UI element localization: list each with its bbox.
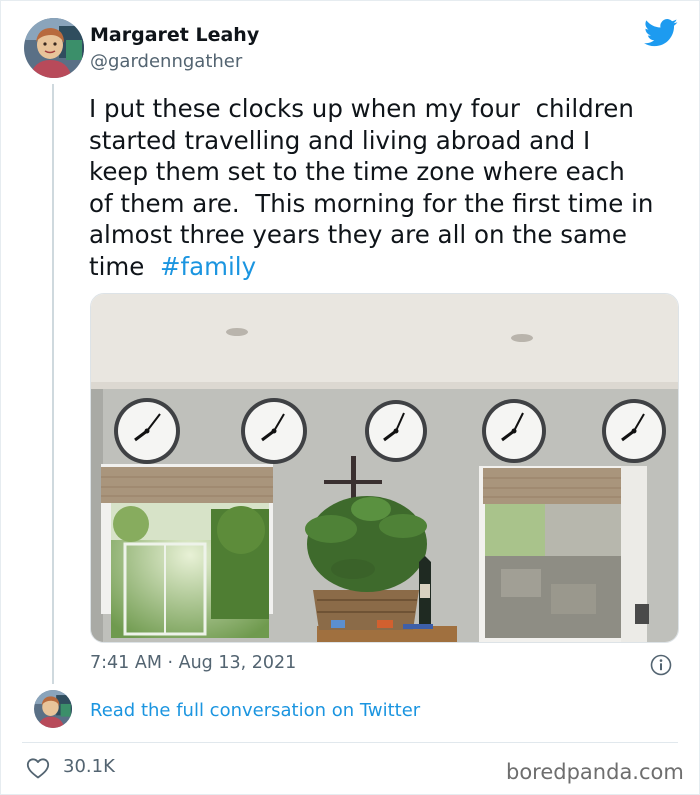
tweet-line: started travelling and living abroad and… [89,125,591,155]
tweet-line: keep them set to the time zone where eac… [89,157,625,186]
reply-avatar[interactable] [34,690,72,728]
tweet-photo[interactable] [90,293,679,643]
tweet-line: I put these clocks up when my four child… [89,94,634,123]
divider [22,742,678,743]
tweet-line: almost three years they are all on the s… [89,220,627,249]
heart-icon[interactable] [26,757,50,779]
hashtag-link[interactable]: #family [160,252,256,281]
avatar[interactable] [24,18,84,78]
tweet-line: of them are. This morning for the first … [89,188,654,218]
info-icon[interactable] [650,654,672,676]
tweet-timestamp[interactable]: 7:41 AM · Aug 13, 2021 [90,653,296,673]
tweet-text: I put these clocks up when my four child… [89,93,689,282]
read-conversation-link[interactable]: Read the full conversation on Twitter [90,700,420,721]
like-count: 30.1K [63,756,115,777]
twitter-bird-icon[interactable] [644,18,678,48]
thread-line [52,84,54,684]
tweet-line-last: time #family [89,251,689,283]
author-name[interactable]: Margaret Leahy [90,24,259,46]
watermark: boredpanda.com [506,760,684,784]
author-handle[interactable]: @gardenngather [90,51,242,72]
tweet-line: time [89,251,160,281]
